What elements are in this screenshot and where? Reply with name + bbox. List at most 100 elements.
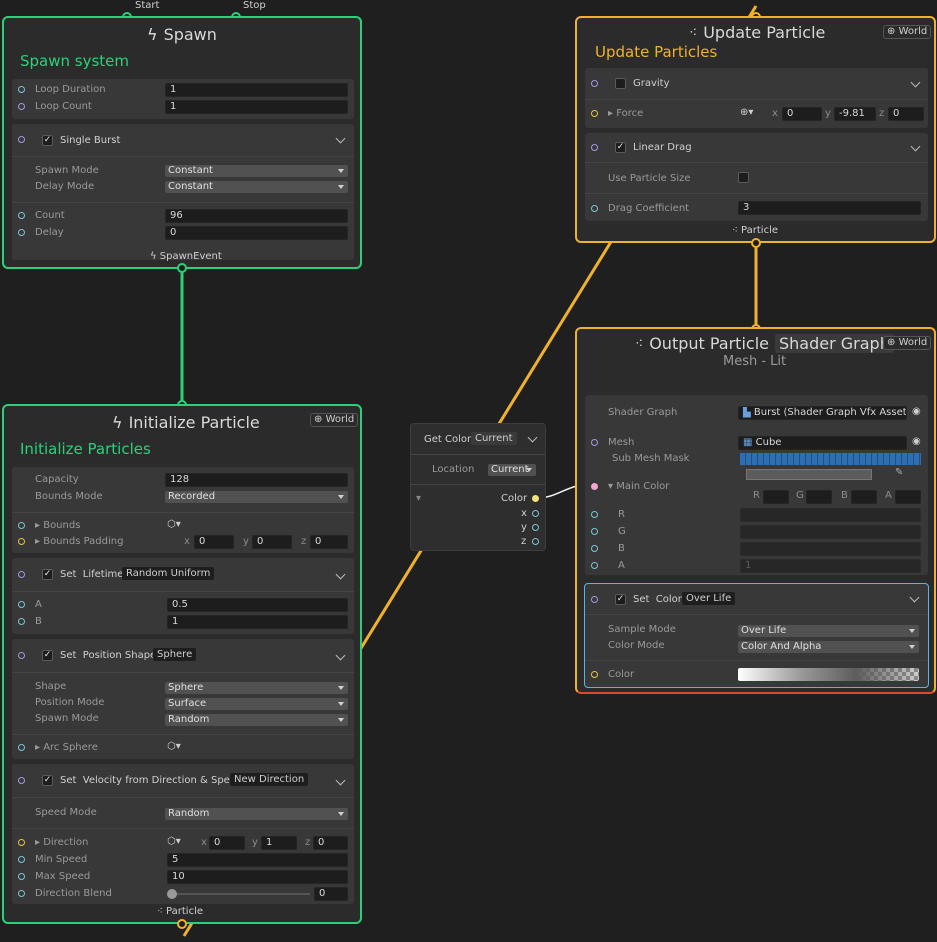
- set-position-checkbox[interactable]: ✓: [42, 650, 53, 661]
- speed-mode-dropdown[interactable]: Random: [165, 808, 348, 820]
- initialize-context[interactable]: ϟ Initialize Particle ⊕ World Initialize…: [2, 404, 362, 924]
- space-cube-icon[interactable]: ⬡▾: [167, 519, 181, 530]
- chevron-down-icon[interactable]: [335, 775, 346, 786]
- spawn-mode-dropdown[interactable]: Constant: [165, 165, 348, 177]
- globe-space-icon[interactable]: ⊕▾: [740, 107, 753, 118]
- main-color-b[interactable]: [851, 490, 877, 504]
- set-color-checkbox[interactable]: ✓: [615, 594, 626, 605]
- single-burst-checkbox[interactable]: ✓: [42, 135, 53, 146]
- lifetime-b-port[interactable]: [18, 618, 25, 625]
- direction-blend-slider-track[interactable]: [172, 893, 310, 895]
- force-x[interactable]: 0: [782, 107, 822, 121]
- space-toggle-world[interactable]: ⊕ World: [883, 25, 932, 39]
- set-position-port[interactable]: [18, 652, 25, 659]
- main-color-swatch[interactable]: [746, 469, 872, 480]
- g-channel-field[interactable]: [740, 525, 921, 539]
- linear-drag-port[interactable]: [591, 144, 598, 151]
- force-z[interactable]: 0: [888, 107, 924, 121]
- set-position-shape-block[interactable]: ✓ Set Position Shape Sphere Shape Sphere…: [12, 639, 354, 759]
- set-color-port[interactable]: [591, 596, 598, 603]
- mesh-port[interactable]: [591, 439, 598, 446]
- set-lifetime-block[interactable]: ✓ Set Lifetime Random Uniform A 0.5 B 1: [12, 558, 354, 634]
- chevron-down-icon[interactable]: [335, 569, 346, 580]
- lifetime-a-port[interactable]: [18, 601, 25, 608]
- main-color-a-port[interactable]: [591, 562, 598, 569]
- bounds-port[interactable]: [18, 522, 25, 529]
- set-color-block[interactable]: ✓ Set Color Over Life Sample Mode Over L…: [584, 583, 929, 688]
- space-cube-icon[interactable]: ⬡▾: [167, 741, 181, 752]
- set-lifetime-port[interactable]: [18, 571, 25, 578]
- spawn-event-output-port[interactable]: [177, 263, 187, 273]
- gravity-block[interactable]: Gravity ▸ Force ⊕▾ x 0 y -9.81 z 0: [585, 68, 928, 128]
- count-port[interactable]: [18, 212, 25, 219]
- eyedropper-icon[interactable]: ✎: [895, 467, 903, 478]
- graph-canvas[interactable]: Start Stop ϟ Spawn Spawn system Loop Dur…: [0, 0, 937, 942]
- get-color-node[interactable]: Get Color Current Location Current ▾ Col…: [410, 423, 546, 551]
- space-cube-icon[interactable]: ⬡▾: [167, 836, 181, 847]
- sample-mode-dropdown[interactable]: Over Life: [738, 625, 919, 637]
- lifetime-a-field[interactable]: 0.5: [167, 598, 348, 612]
- main-color-r-port[interactable]: [591, 511, 598, 518]
- object-picker-icon[interactable]: ◉: [912, 406, 921, 417]
- spawn-context[interactable]: ϟ Spawn Spawn system Loop Duration 1 Loo…: [2, 16, 362, 269]
- y-output-port[interactable]: [532, 524, 539, 531]
- linear-drag-block[interactable]: ✓ Linear Drag Use Particle Size Drag Coe…: [585, 133, 928, 221]
- delay-mode-dropdown[interactable]: Constant: [165, 181, 348, 193]
- gravity-checkbox[interactable]: [615, 78, 626, 89]
- set-velocity-block[interactable]: ✓ Set Velocity from Direction & Speed Ne…: [12, 764, 354, 904]
- max-speed-port[interactable]: [18, 873, 25, 880]
- main-color-r[interactable]: [763, 490, 789, 504]
- loop-duration-port[interactable]: [18, 86, 25, 93]
- output-context[interactable]: ⁖ Output Particle Shader Graph ⊕ World M…: [575, 327, 936, 694]
- x-output-port[interactable]: [532, 510, 539, 517]
- chevron-down-icon[interactable]: [909, 592, 920, 603]
- direction-blend-field[interactable]: 0: [314, 887, 348, 901]
- count-field[interactable]: 96: [165, 209, 348, 223]
- z-output-port[interactable]: [532, 538, 539, 545]
- main-color-g-port[interactable]: [591, 528, 598, 535]
- min-speed-port[interactable]: [18, 856, 25, 863]
- color-gradient-field[interactable]: [738, 668, 919, 681]
- direction-z[interactable]: 0: [313, 836, 348, 850]
- main-color-port[interactable]: [591, 483, 598, 490]
- shader-graph-field[interactable]: ▙ Burst (Shader Graph Vfx Asset): [738, 406, 907, 420]
- main-color-a[interactable]: [895, 490, 921, 504]
- color-output-port[interactable]: [532, 495, 539, 502]
- main-color-g[interactable]: [806, 490, 832, 504]
- lifetime-b-field[interactable]: 1: [167, 615, 348, 629]
- direction-port[interactable]: [18, 839, 25, 846]
- expand-arrow-icon[interactable]: ▾: [416, 493, 421, 504]
- space-toggle-world[interactable]: ⊕ World: [883, 336, 932, 350]
- capacity-field[interactable]: 128: [165, 473, 348, 487]
- r-channel-field[interactable]: [740, 508, 921, 522]
- chevron-down-icon[interactable]: [527, 432, 538, 443]
- single-burst-block[interactable]: ✓ Single Burst Spawn Mode Constant Delay…: [12, 124, 354, 260]
- set-velocity-checkbox[interactable]: ✓: [42, 775, 53, 786]
- chevron-down-icon[interactable]: [910, 77, 921, 88]
- shape-dropdown[interactable]: Sphere: [165, 682, 348, 694]
- spawn-mode-dropdown[interactable]: Random: [165, 714, 348, 726]
- delay-field[interactable]: 0: [165, 226, 348, 240]
- color-mode-dropdown[interactable]: Color And Alpha: [738, 641, 919, 653]
- bounds-mode-dropdown[interactable]: Recorded: [165, 491, 348, 503]
- force-port[interactable]: [591, 110, 598, 117]
- bounds-padding-x[interactable]: 0: [194, 535, 234, 549]
- min-speed-field[interactable]: 5: [167, 853, 348, 867]
- set-lifetime-checkbox[interactable]: ✓: [42, 569, 53, 580]
- use-particle-size-checkbox[interactable]: [738, 172, 749, 183]
- chevron-down-icon[interactable]: [335, 650, 346, 661]
- position-mode-dropdown[interactable]: Surface: [165, 698, 348, 710]
- update-context[interactable]: ⁖ Update Particle ⊕ World Update Particl…: [575, 16, 936, 243]
- max-speed-field[interactable]: 10: [167, 870, 348, 884]
- set-velocity-port[interactable]: [18, 777, 25, 784]
- drag-coefficient-port[interactable]: [591, 205, 598, 212]
- sub-mesh-mask-bitfield[interactable]: [740, 453, 921, 465]
- init-output-port[interactable]: [177, 919, 187, 929]
- color-gradient-port[interactable]: [591, 671, 598, 678]
- direction-x[interactable]: 0: [209, 836, 245, 850]
- loop-duration-field[interactable]: 1: [165, 83, 348, 97]
- linear-drag-checkbox[interactable]: ✓: [615, 142, 626, 153]
- loop-count-port[interactable]: [18, 103, 25, 110]
- space-toggle-world[interactable]: ⊕ World: [310, 413, 359, 427]
- direction-y[interactable]: 1: [261, 836, 297, 850]
